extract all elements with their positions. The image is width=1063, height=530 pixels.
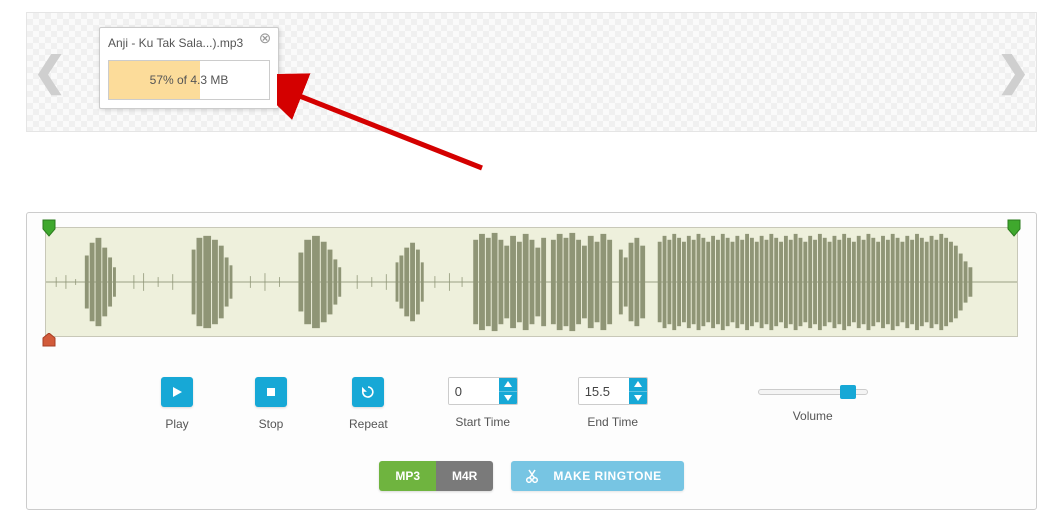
end-time-label: End Time <box>587 415 638 429</box>
start-time-input-group <box>448 377 518 405</box>
format-toggle: MP3 M4R <box>379 461 493 491</box>
make-ringtone-label: MAKE RINGTONE <box>553 469 661 483</box>
start-time-up-button[interactable] <box>499 378 517 392</box>
format-m4r-button[interactable]: M4R <box>436 461 493 491</box>
end-time-input-group <box>578 377 648 405</box>
stop-label: Stop <box>259 417 284 431</box>
volume-thumb[interactable] <box>840 385 856 399</box>
chevron-up-icon <box>504 381 512 387</box>
carousel-prev-button[interactable]: ❮ <box>33 49 67 95</box>
selection-end-handle[interactable] <box>1007 219 1021 237</box>
repeat-icon <box>362 386 374 398</box>
end-time-input[interactable] <box>579 378 629 404</box>
end-time-up-button[interactable] <box>629 378 647 392</box>
stop-button[interactable] <box>255 377 287 407</box>
stop-icon <box>265 386 277 398</box>
end-time-down-button[interactable] <box>629 392 647 405</box>
close-icon[interactable]: ⊗ <box>258 32 272 46</box>
carousel-next-button[interactable]: ❯ <box>996 49 1030 95</box>
volume-slider[interactable] <box>758 385 868 399</box>
playhead-marker[interactable] <box>42 333 56 347</box>
upload-filename: Anji - Ku Tak Sala...).mp3 <box>108 36 270 50</box>
repeat-button[interactable] <box>352 377 384 407</box>
upload-progress: 57% of 4.3 MB <box>108 60 270 100</box>
scissors-icon <box>525 469 539 483</box>
play-label: Play <box>165 417 188 431</box>
make-ringtone-button[interactable]: MAKE RINGTONE <box>511 461 683 491</box>
waveform[interactable] <box>45 227 1018 337</box>
repeat-label: Repeat <box>349 417 388 431</box>
audio-editor: Play Stop Repeat Start Time <box>26 212 1037 510</box>
waveform-container <box>45 227 1018 337</box>
controls-row: Play Stop Repeat Start Time <box>41 377 1022 431</box>
volume-label: Volume <box>793 409 833 423</box>
start-time-label: Start Time <box>455 415 510 429</box>
play-button[interactable] <box>161 377 193 407</box>
upload-strip: ❮ ❯ ⊗ Anji - Ku Tak Sala...).mp3 57% of … <box>26 12 1037 132</box>
selection-start-handle[interactable] <box>42 219 56 237</box>
upload-progress-text: 57% of 4.3 MB <box>109 61 269 99</box>
chevron-down-icon <box>634 395 642 401</box>
format-mp3-button[interactable]: MP3 <box>379 461 436 491</box>
annotation-arrow <box>277 73 497 183</box>
start-time-input[interactable] <box>449 378 499 404</box>
start-time-down-button[interactable] <box>499 392 517 405</box>
play-icon <box>171 386 183 398</box>
upload-card: ⊗ Anji - Ku Tak Sala...).mp3 57% of 4.3 … <box>99 27 279 109</box>
chevron-up-icon <box>634 381 642 387</box>
footer-actions: MP3 M4R MAKE RINGTONE <box>41 461 1022 491</box>
chevron-down-icon <box>504 395 512 401</box>
